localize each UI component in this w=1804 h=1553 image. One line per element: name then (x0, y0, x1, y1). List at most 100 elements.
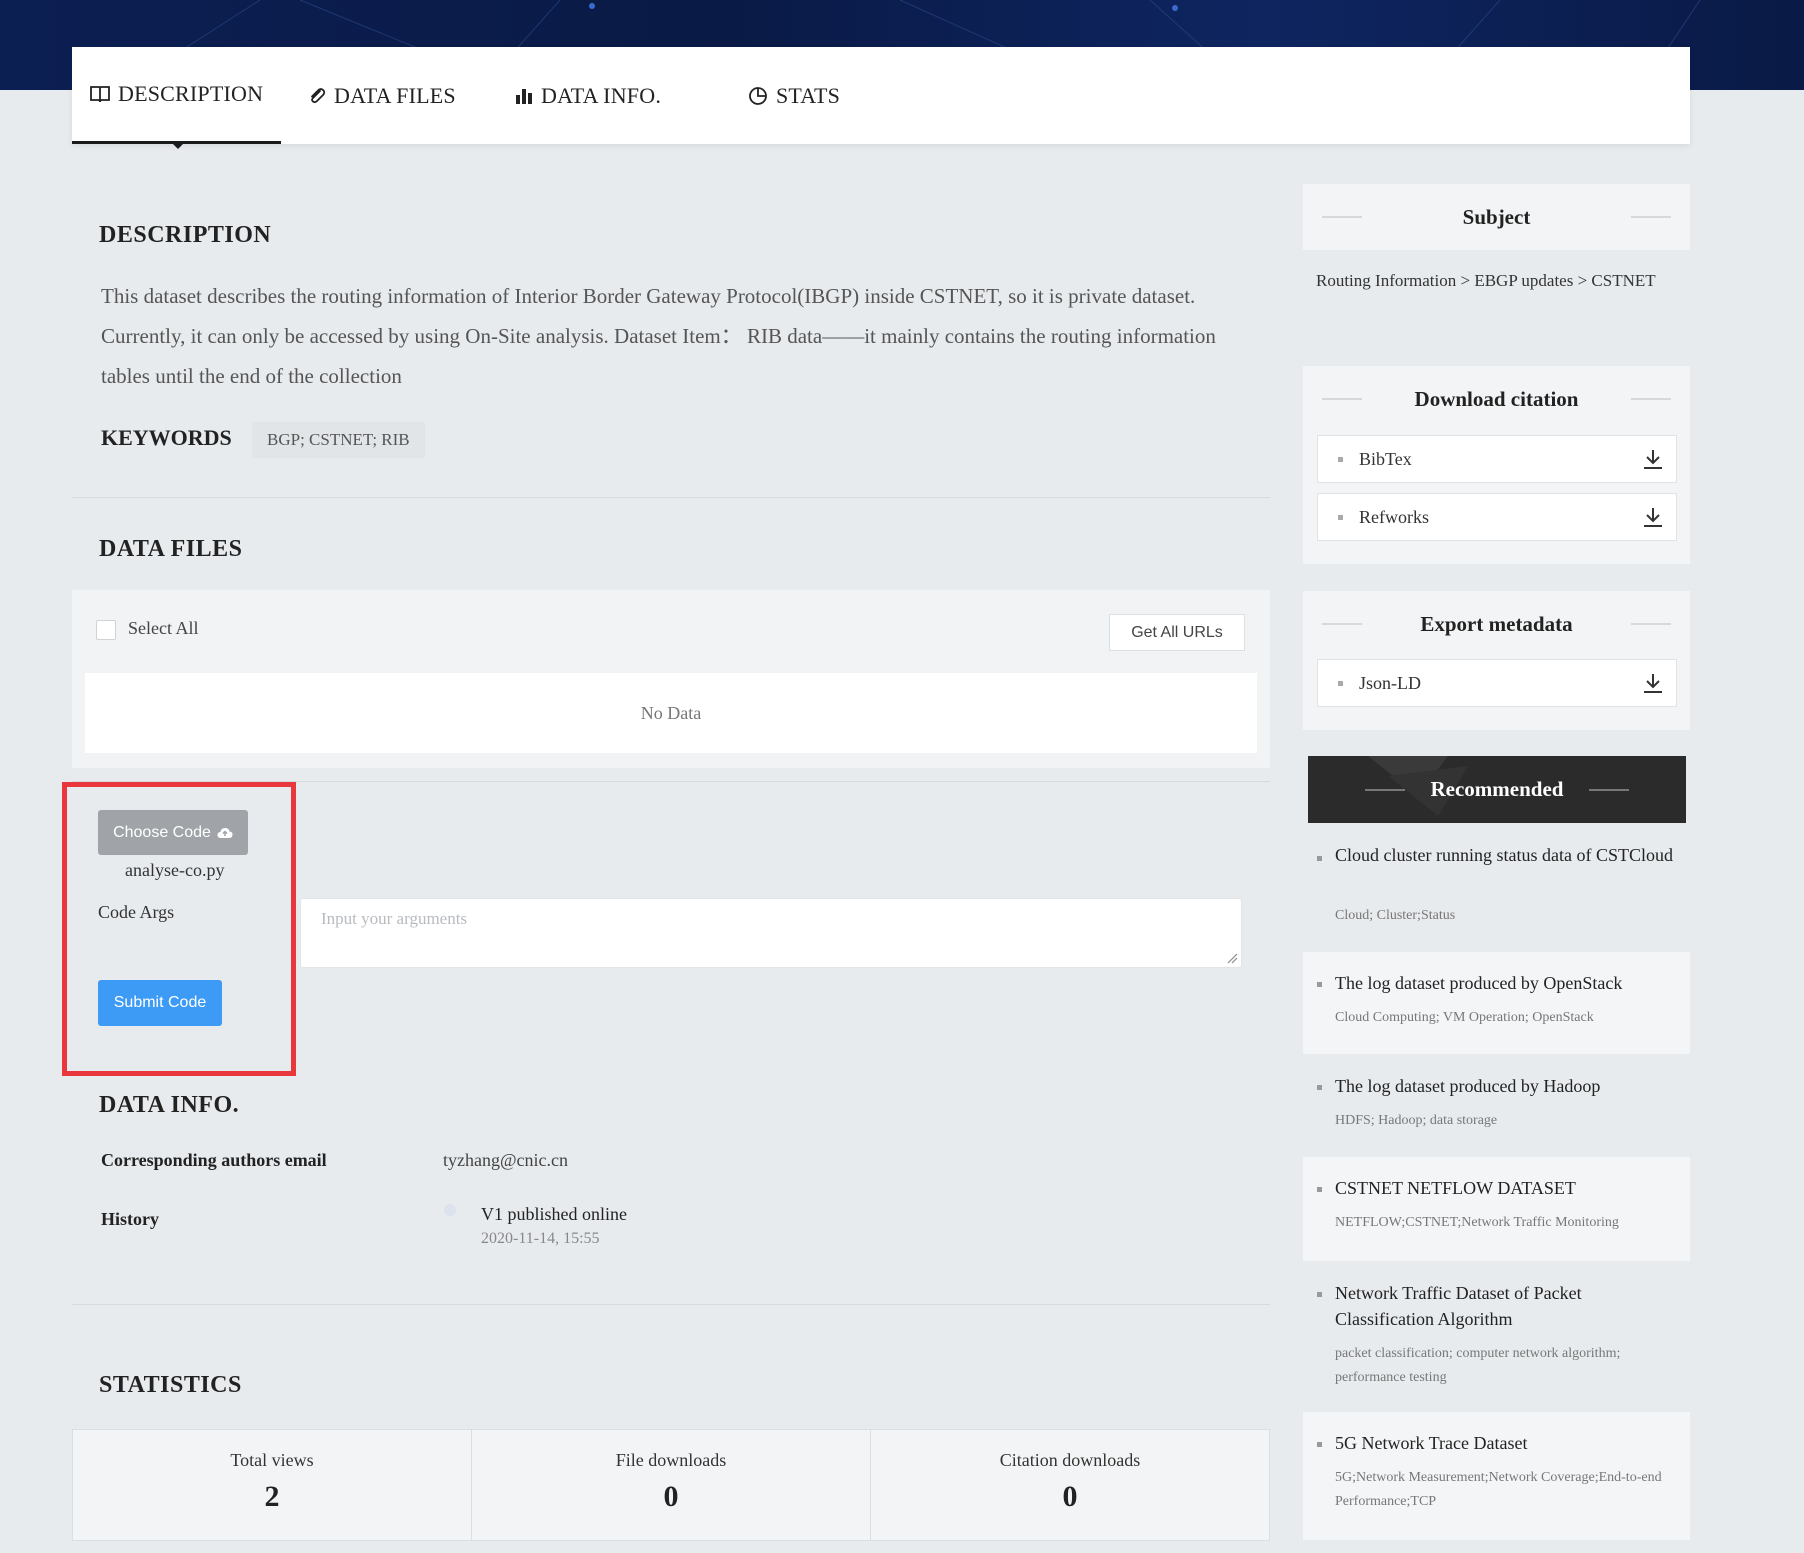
empty-state: No Data (85, 673, 1257, 753)
recommended-item-title[interactable]: 5G Network Trace Dataset (1335, 1430, 1675, 1456)
select-all-label[interactable]: Select All (128, 618, 199, 639)
selected-filename: analyse-co.py (125, 860, 225, 880)
timeline-dot (444, 1204, 456, 1216)
metadata-heading: Export metadata (1303, 591, 1690, 657)
cloud-upload-icon (217, 827, 233, 839)
recommended-item: Cloud cluster running status data of CST… (1303, 834, 1690, 942)
recommended-item-tags: Cloud; Cluster;Status (1335, 908, 1456, 923)
get-all-urls-button[interactable]: Get All URLs (1109, 614, 1245, 651)
recommended-item-tags: Cloud Computing; VM Operation; OpenStack (1335, 1010, 1594, 1025)
keywords-badge: BGP; CSTNET; RIB (252, 422, 425, 458)
recommended-item-tags: 5G;Network Measurement;Network Coverage;… (1335, 1470, 1662, 1509)
resize-grip-icon[interactable] (1226, 952, 1238, 964)
history-date: 2020-11-14, 15:55 (481, 1230, 600, 1247)
recommended-item-tags: packet classification; computer network … (1335, 1346, 1621, 1385)
tab-data-info-label: DATA INFO. (541, 82, 662, 108)
history-label: History (101, 1209, 159, 1229)
subject-heading-label: Subject (1462, 204, 1531, 229)
recommended-heading-label: Recommended (1430, 777, 1564, 801)
tab-data-files-label: DATA FILES (334, 82, 456, 108)
recommended-item-title[interactable]: The log dataset produced by Hadoop (1335, 1073, 1675, 1099)
heading-rule (1631, 398, 1671, 400)
subject-card: Subject (1303, 184, 1690, 250)
pie-chart-icon (748, 86, 768, 106)
heading-rule (1365, 789, 1405, 791)
tab-bar: DESCRIPTION DATA FILES DATA INFO. STATS (72, 47, 1690, 144)
stat-label: File downloads (615, 1450, 727, 1470)
subject-heading: Subject (1303, 184, 1690, 250)
heading-rule (1322, 623, 1362, 625)
citation-refworks-label: Refworks (1359, 506, 1429, 527)
stat-value: 0 (663, 1480, 679, 1513)
stat-label: Total views (230, 1450, 314, 1470)
statistics-panel: Total views 2 File downloads 0 Citation … (72, 1429, 1270, 1541)
section-divider (72, 497, 1270, 498)
heading-rule (1631, 623, 1671, 625)
recommended-item-tags: NETFLOW;CSTNET;Network Traffic Monitorin… (1335, 1215, 1619, 1230)
subject-path[interactable]: Routing Information > EBGP updates > CST… (1316, 266, 1656, 296)
keywords-label: KEYWORDS (101, 425, 232, 450)
tab-data-info[interactable]: DATA INFO. (515, 47, 661, 144)
author-email[interactable]: tyzhang@cnic.cn (443, 1150, 568, 1171)
active-tab-indicator (170, 141, 186, 149)
tab-stats-label: STATS (776, 82, 841, 108)
recommended-item: Network Traffic Dataset of Packet Classi… (1303, 1262, 1690, 1410)
metadata-jsonld-label: Json-LD (1359, 672, 1421, 693)
tab-description-label: DESCRIPTION (118, 81, 264, 106)
stat-value: 2 (264, 1480, 280, 1513)
submit-code-button[interactable]: Submit Code (98, 980, 222, 1026)
stat-file-downloads: File downloads 0 (472, 1430, 871, 1540)
bullet (1317, 982, 1322, 987)
recommended-item-title[interactable]: Cloud cluster running status data of CST… (1335, 842, 1675, 868)
citation-bibtex[interactable]: BibTex (1317, 435, 1677, 483)
bullet (1338, 456, 1343, 462)
download-icon (1642, 506, 1664, 528)
stat-value: 0 (1062, 1480, 1078, 1513)
bullet (1317, 1187, 1322, 1192)
paperclip-icon (308, 87, 326, 105)
heading-rule (1322, 216, 1362, 218)
heading-rule (1631, 216, 1671, 218)
section-divider (72, 1304, 1270, 1305)
choose-code-button[interactable]: Choose Code (98, 810, 248, 855)
heading-rule (1322, 398, 1362, 400)
citation-refworks[interactable]: Refworks (1317, 493, 1677, 541)
citation-heading-label: Download citation (1414, 386, 1579, 411)
recommended-item-tags: HDFS; Hadoop; data storage (1335, 1113, 1498, 1128)
recommended-item: 5G Network Trace Dataset 5G;Network Meas… (1303, 1412, 1690, 1540)
recommended-item: The log dataset produced by OpenStack Cl… (1303, 952, 1690, 1054)
tab-data-files[interactable]: DATA FILES (308, 47, 456, 144)
citation-bibtex-label: BibTex (1359, 448, 1412, 469)
recommended-heading: Recommended (1308, 756, 1686, 823)
recommended-item-title[interactable]: Network Traffic Dataset of Packet Classi… (1335, 1280, 1675, 1332)
statistics-heading: STATISTICS (99, 1372, 242, 1398)
code-args-input[interactable] (300, 898, 1242, 968)
metadata-jsonld[interactable]: Json-LD (1317, 659, 1677, 707)
bullet (1317, 1085, 1322, 1090)
choose-code-label: Choose Code (113, 823, 211, 841)
metadata-heading-label: Export metadata (1420, 611, 1573, 636)
book-icon (90, 85, 110, 103)
citation-heading: Download citation (1303, 366, 1690, 432)
bullet (1317, 1442, 1322, 1447)
recommended-item-title[interactable]: The log dataset produced by OpenStack (1335, 970, 1675, 996)
description-text: This dataset describes the routing infor… (101, 284, 1216, 388)
data-files-heading: DATA FILES (99, 536, 243, 562)
data-info-heading: DATA INFO. (99, 1092, 240, 1118)
stat-label: Citation downloads (999, 1450, 1141, 1470)
stat-total-views: Total views 2 (73, 1430, 472, 1540)
recommended-item: The log dataset produced by Hadoop HDFS;… (1303, 1055, 1690, 1155)
email-label: Corresponding authors email (101, 1150, 327, 1170)
bullet (1338, 514, 1343, 520)
recommended-item: CSTNET NETFLOW DATASET NETFLOW;CSTNET;Ne… (1303, 1157, 1690, 1261)
tab-description[interactable]: DESCRIPTION (72, 47, 282, 144)
bullet (1338, 680, 1343, 686)
code-args-label: Code Args (98, 902, 175, 922)
bullet (1317, 1292, 1322, 1297)
recommended-item-title[interactable]: CSTNET NETFLOW DATASET (1335, 1175, 1675, 1201)
description-heading: DESCRIPTION (99, 222, 272, 248)
bullet (1317, 856, 1322, 861)
bar-chart-icon (515, 87, 533, 105)
select-all-checkbox[interactable] (96, 620, 116, 640)
tab-stats[interactable]: STATS (748, 47, 840, 144)
